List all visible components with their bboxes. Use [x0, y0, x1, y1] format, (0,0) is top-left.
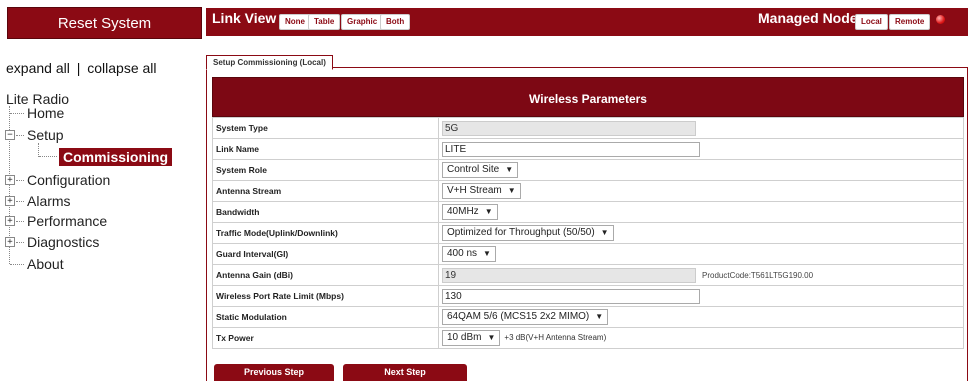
system-role-select[interactable]: Control Site ▼	[442, 162, 519, 178]
tree-connector	[16, 221, 24, 222]
tree-connector	[10, 113, 24, 114]
link-name-input[interactable]: LITE	[442, 141, 700, 157]
dropdown-arrow-icon: ▼	[484, 207, 493, 216]
traffic-mode-select[interactable]: Optimized for Throughput (50/50) ▼	[442, 225, 614, 241]
system-type-label: System Type	[212, 117, 439, 139]
tab-setup-commissioning[interactable]: Setup Commissioning (Local)	[206, 55, 333, 70]
table-row: Bandwidth 40MHz ▼	[212, 201, 964, 223]
antenna-gain-field: 19	[442, 267, 696, 283]
tx-power-note: +3 dB(V+H Antenna Stream)	[504, 333, 607, 342]
system-role-value: Control Site	[447, 164, 500, 175]
link-view-none-button[interactable]: None	[279, 14, 311, 30]
collapse-icon[interactable]: −	[5, 130, 15, 140]
tree-connector	[16, 242, 24, 243]
wireless-parameters-title: Wireless Parameters	[212, 77, 964, 117]
port-rate-label: Wireless Port Rate Limit (Mbps)	[212, 285, 439, 307]
table-row: Wireless Port Rate Limit (Mbps) 130	[212, 285, 964, 307]
antenna-stream-value: V+H Stream	[447, 185, 502, 196]
antenna-stream-select[interactable]: V+H Stream ▼	[442, 183, 521, 199]
tree-item-configuration[interactable]: Configuration	[27, 172, 110, 188]
link-view-both-button[interactable]: Both	[380, 14, 411, 30]
dropdown-arrow-icon: ▼	[507, 186, 516, 195]
table-row: Traffic Mode(Uplink/Downlink) Optimized …	[212, 222, 964, 244]
dropdown-arrow-icon: ▼	[483, 249, 491, 258]
tx-power-select[interactable]: 10 dBm ▼	[442, 330, 501, 346]
guard-interval-value: 400 ns	[447, 248, 478, 259]
managed-node-remote-button[interactable]: Remote	[889, 14, 931, 30]
separator: |	[76, 60, 81, 76]
expand-all-link[interactable]: expand all	[6, 60, 70, 76]
expand-icon[interactable]: +	[5, 175, 15, 185]
bandwidth-value: 40MHz	[447, 206, 479, 217]
tree-controls: expand all | collapse all	[6, 60, 157, 76]
tree-item-setup[interactable]: Setup	[27, 127, 64, 143]
bandwidth-select[interactable]: 40MHz ▼	[442, 204, 498, 220]
managed-node-local-button[interactable]: Local	[855, 14, 888, 30]
link-view-label: Link View	[212, 10, 277, 26]
guard-interval-select[interactable]: 400 ns ▼	[442, 246, 496, 262]
dropdown-arrow-icon: ▼	[600, 228, 609, 237]
table-row: Guard Interval(GI) 400 ns ▼	[212, 243, 964, 265]
tree-item-about[interactable]: About	[27, 256, 64, 272]
tree-connector	[16, 180, 24, 181]
link-view-graphic-button[interactable]: Graphic	[341, 14, 384, 30]
parameters-table: System Type 5G Link Name LITE System Rol…	[212, 117, 964, 349]
tx-power-label: Tx Power	[212, 327, 439, 349]
tree-connector	[16, 201, 24, 202]
tree-connector	[10, 264, 24, 265]
tree-connector	[38, 143, 39, 157]
table-row: Static Modulation 64QAM 5/6 (MCS15 2x2 M…	[212, 306, 964, 328]
reset-system-button[interactable]: Reset System	[7, 7, 202, 39]
managed-node-label: Managed Node	[758, 10, 858, 26]
antenna-stream-label: Antenna Stream	[212, 180, 439, 202]
tree-connector	[39, 156, 57, 157]
tree-item-diagnostics[interactable]: Diagnostics	[27, 234, 99, 250]
antenna-gain-label: Antenna Gain (dBi)	[212, 264, 439, 286]
traffic-mode-label: Traffic Mode(Uplink/Downlink)	[212, 222, 439, 244]
table-row: Link Name LITE	[212, 138, 964, 160]
collapse-all-link[interactable]: collapse all	[87, 60, 156, 76]
wireless-parameters-panel: Wireless Parameters System Type 5G Link …	[212, 77, 964, 349]
next-step-button[interactable]: Next Step	[343, 364, 467, 381]
status-indicator-icon	[936, 15, 945, 24]
table-row: Tx Power 10 dBm ▼ +3 dB(V+H Antenna Stream…	[212, 327, 964, 349]
link-name-label: Link Name	[212, 138, 439, 160]
table-row: Antenna Gain (dBi) 19 ProductCode:T561LT5…	[212, 264, 964, 286]
expand-icon[interactable]: +	[5, 216, 15, 226]
previous-step-button[interactable]: Previous Step	[214, 364, 334, 381]
link-view-table-button[interactable]: Table	[308, 14, 341, 30]
tree-item-performance[interactable]: Performance	[27, 213, 107, 229]
system-type-field: 5G	[442, 120, 696, 136]
static-modulation-value: 64QAM 5/6 (MCS15 2x2 MIMO)	[447, 311, 590, 322]
bandwidth-label: Bandwidth	[212, 201, 439, 223]
port-rate-input[interactable]: 130	[442, 288, 700, 304]
system-role-label: System Role	[212, 159, 439, 181]
dropdown-arrow-icon: ▼	[505, 165, 514, 174]
tx-power-value: 10 dBm	[447, 332, 482, 343]
guard-interval-label: Guard Interval(GI)	[212, 243, 439, 265]
dropdown-arrow-icon: ▼	[595, 312, 604, 321]
static-modulation-select[interactable]: 64QAM 5/6 (MCS15 2x2 MIMO) ▼	[442, 309, 609, 325]
static-modulation-label: Static Modulation	[212, 306, 439, 328]
tree-connector	[16, 135, 24, 136]
expand-icon[interactable]: +	[5, 237, 15, 247]
table-row: System Type 5G	[212, 117, 964, 139]
tree-item-home[interactable]: Home	[27, 105, 64, 121]
expand-icon[interactable]: +	[5, 196, 15, 206]
traffic-mode-value: Optimized for Throughput (50/50)	[447, 227, 595, 238]
dropdown-arrow-icon: ▼	[487, 333, 496, 342]
tree-item-alarms[interactable]: Alarms	[27, 193, 71, 209]
tree-item-commissioning[interactable]: Commissioning	[59, 148, 173, 166]
table-row: Antenna Stream V+H Stream ▼	[212, 180, 964, 202]
table-row: System Role Control Site ▼	[212, 159, 964, 181]
product-code-text: ProductCode:T561LT5G190.00	[702, 270, 814, 280]
